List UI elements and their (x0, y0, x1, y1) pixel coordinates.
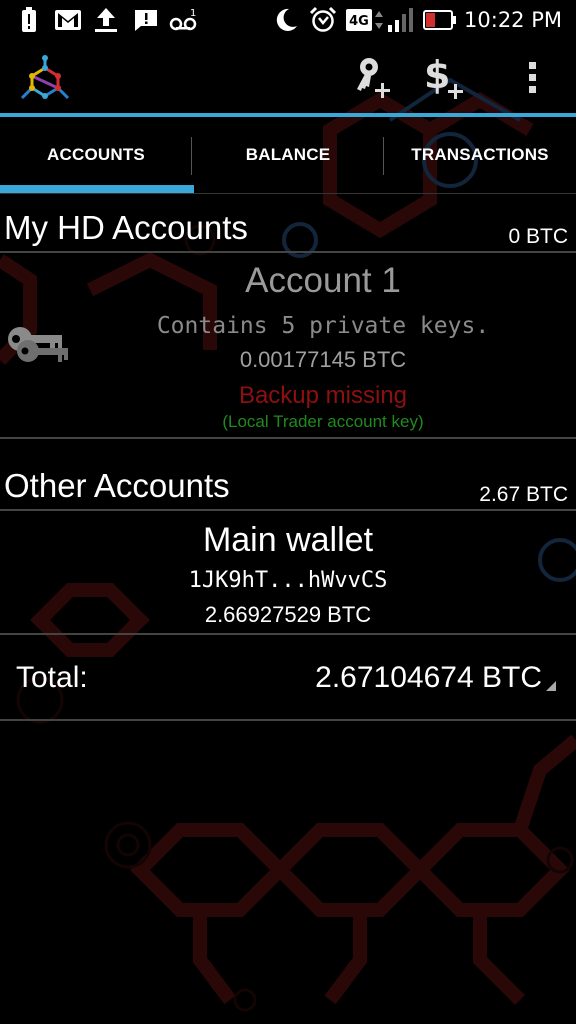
backup-warning: Backup missing (238, 382, 408, 409)
status-bar: 1 4G 10:22 PM (0, 0, 576, 40)
overflow-menu-icon (529, 62, 536, 93)
network-badge-text: 4G (349, 14, 369, 29)
gmail-icon (54, 6, 82, 34)
upload-icon (92, 6, 120, 34)
clock: 10:22 PM (464, 8, 562, 32)
add-key-button[interactable] (348, 52, 396, 104)
other-accounts-header: Other Accounts 2.67 BTC (0, 439, 576, 509)
alarm-icon (308, 6, 338, 34)
tab-balance[interactable]: BALANCE (192, 117, 384, 193)
section-balance: 0 BTC (508, 225, 568, 248)
data-arrows-icon (372, 6, 386, 34)
svg-text:$: $ (424, 54, 450, 97)
account-name: Main wallet (202, 521, 374, 559)
section-balance: 2.67 BTC (479, 483, 568, 506)
total-row[interactable]: Total: 2.67104674 BTC (0, 635, 576, 719)
mycelium-logo[interactable] (18, 54, 72, 104)
add-key-icon (357, 58, 390, 98)
tab-balance-label: BALANCE (245, 145, 331, 164)
action-bar: $ (0, 40, 576, 114)
account-row-main-wallet[interactable]: Main wallet 1JK9hT...hWvvCS 2.66927529 B… (0, 511, 576, 633)
overflow-menu-button[interactable] (508, 52, 556, 104)
tab-bar: ACCOUNTS BALANCE TRANSACTIONS (0, 117, 576, 193)
hd-accounts-header: My HD Accounts 0 BTC (0, 194, 576, 251)
accounts-list: My HD Accounts 0 BTC Account 1 Contains … (0, 194, 576, 721)
account-balance: 0.00177145 BTC (239, 347, 407, 372)
selected-tab-indicator (0, 185, 194, 193)
divider (0, 719, 576, 721)
dropdown-corner-icon (546, 681, 556, 691)
add-dollar-icon: $ (424, 54, 463, 99)
signal-icon (386, 6, 416, 34)
tab-accounts[interactable]: ACCOUNTS (0, 117, 192, 193)
add-dollar-button[interactable]: $ (420, 52, 468, 104)
svg-text:1: 1 (190, 8, 196, 19)
battery-low-icon (422, 6, 458, 34)
tab-transactions-label: TRANSACTIONS (411, 145, 549, 164)
alert-icon (18, 6, 40, 34)
tab-accounts-label: ACCOUNTS (47, 145, 145, 164)
total-label: Total: (16, 661, 88, 694)
account-balance: 2.66927529 BTC (204, 602, 372, 627)
tab-transactions[interactable]: TRANSACTIONS (384, 117, 576, 193)
account-row-account-1[interactable]: Account 1 Contains 5 private keys. 0.001… (0, 253, 576, 437)
moon-icon (272, 6, 300, 34)
section-title: My HD Accounts (4, 209, 248, 246)
local-trader-note: (Local Trader account key) (222, 412, 424, 431)
account-keys-info: Contains 5 private keys. (156, 313, 490, 339)
section-title: Other Accounts (4, 467, 230, 504)
network-badge: 4G (346, 6, 372, 34)
account-address: 1JK9hT...hWvvCS (188, 568, 388, 593)
chat-alert-icon (132, 6, 160, 34)
total-value: 2.67104674 BTC (315, 661, 542, 694)
voicemail-icon: 1 (168, 6, 198, 34)
account-name: Account 1 (245, 261, 401, 300)
